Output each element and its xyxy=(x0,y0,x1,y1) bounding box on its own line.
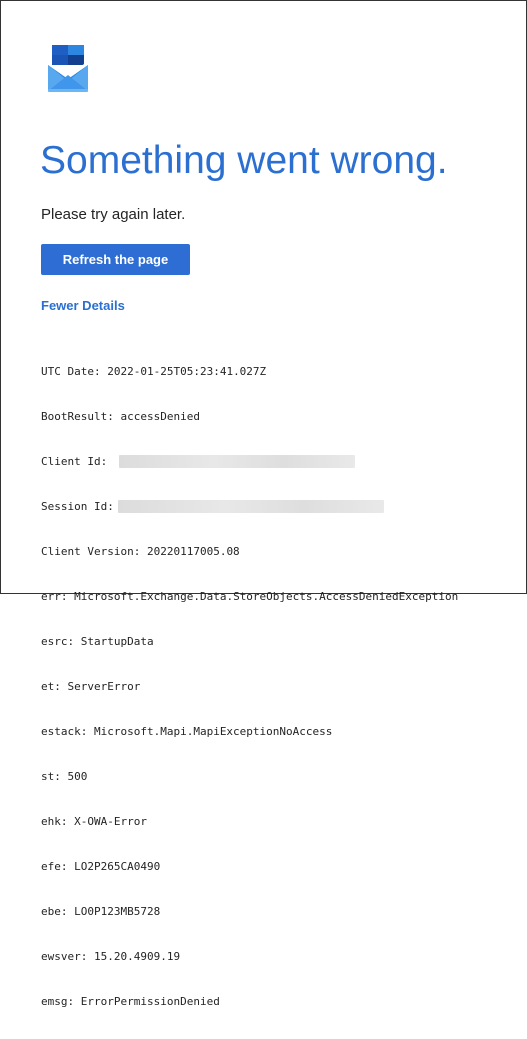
redacted-client-id xyxy=(119,454,356,468)
detail-row-utc-date: UTC Date: 2022-01-25T05:23:41.027Z xyxy=(41,365,267,378)
detail-row-estack: estack: Microsoft.Mapi.MapiExceptionNoAc… xyxy=(41,725,333,738)
detail-row-client-id: Client Id: xyxy=(41,454,458,469)
detail-row-esrc: esrc: StartupData xyxy=(41,635,154,648)
detail-row-ebe: ebe: LO0P123MB5728 xyxy=(41,905,161,918)
refresh-page-button[interactable]: Refresh the page xyxy=(41,244,190,275)
detail-row-client-version: Client Version: 20220117005.08 xyxy=(41,545,240,558)
detail-row-session-id: Session Id: xyxy=(41,499,458,514)
error-page: Something went wrong. Please try again l… xyxy=(0,0,527,1008)
detail-row-efe: efe: LO2P265CA0490 xyxy=(41,860,161,873)
redacted-session-id xyxy=(117,499,384,513)
detail-row-boot-result: BootResult: accessDenied xyxy=(41,410,200,423)
detail-row-et: et: ServerError xyxy=(41,680,141,693)
detail-row-err: err: Microsoft.Exchange.Data.StoreObject… xyxy=(41,590,459,603)
detail-row-emsg: emsg: ErrorPermissionDenied xyxy=(41,995,220,1008)
outlook-envelope-icon xyxy=(47,45,89,93)
fewer-details-link[interactable]: Fewer Details xyxy=(41,298,125,314)
error-details: UTC Date: 2022-01-25T05:23:41.027Z BootR… xyxy=(41,334,458,1039)
detail-row-st: st: 500 xyxy=(41,770,88,783)
detail-row-ehk: ehk: X-OWA-Error xyxy=(41,815,147,828)
error-message: Please try again later. xyxy=(41,206,186,223)
error-title: Something went wrong. xyxy=(40,139,448,182)
detail-row-ewsver: ewsver: 15.20.4909.19 xyxy=(41,950,181,963)
